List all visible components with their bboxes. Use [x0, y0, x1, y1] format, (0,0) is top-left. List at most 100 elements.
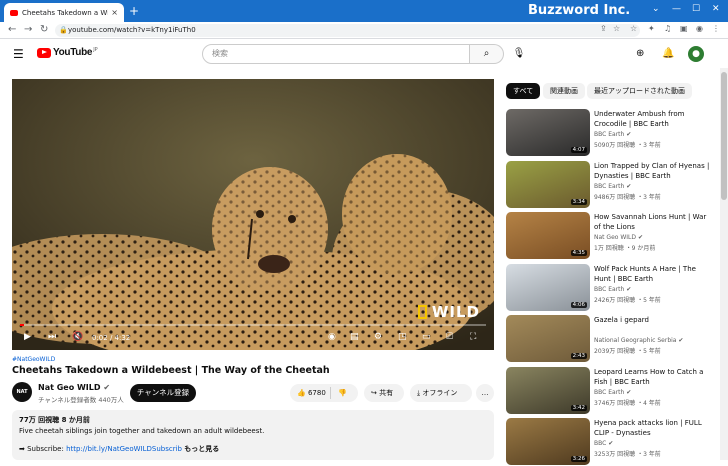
video-thumbnail[interactable]: 4:06 [506, 263, 590, 311]
notifications-icon[interactable]: 🔔 [662, 48, 674, 59]
next-icon[interactable]: ⏭ [48, 332, 56, 342]
video-duration: 3:26 [570, 456, 587, 462]
channel-avatar[interactable]: NAT GEO WILD [12, 382, 32, 435]
play-icon[interactable]: ▶ [24, 332, 31, 342]
related-channel-text: BBC [594, 440, 607, 447]
subscribe-button[interactable]: チャンネル登録 [130, 384, 196, 402]
scrollbar-thumb[interactable] [721, 72, 727, 200]
related-video-item[interactable]: 2:43 Gazela i gepard National Geographic S… [506, 315, 718, 363]
related-video-item[interactable]: 3:34 Lion Trapped by Clan of Hyenas | Dyn… [506, 160, 718, 209]
related-video-title[interactable]: Underwater Ambush from Crocodile | BBC E… [594, 109, 712, 129]
related-channel-name[interactable]: BBC Earth ✔ [594, 131, 631, 138]
related-channel-name[interactable]: BBC Earth ✔ [594, 183, 631, 190]
logo-text: YouTube [53, 47, 93, 58]
video-thumbnail[interactable]: 3:26 [506, 418, 590, 465]
tab-close-icon[interactable]: × [111, 8, 118, 17]
settings-gear-icon[interactable]: ⚙ [374, 332, 382, 342]
cast-icon[interactable]: ⎚ [446, 332, 453, 342]
like-button[interactable]: 👍 6780 [297, 384, 326, 402]
related-channel-name[interactable]: BBC ✔ [594, 440, 613, 447]
fullscreen-icon[interactable]: ⛶ [470, 332, 476, 342]
related-video-title[interactable]: How Savannah Lions Hunt | War of the Lio… [594, 212, 712, 232]
extensions-icon[interactable]: ✦ [648, 24, 655, 33]
browser-tab[interactable]: Cheetahs Takedown a Wildebeest × [4, 3, 124, 22]
new-tab-button[interactable]: + [129, 4, 139, 18]
related-video-title[interactable]: Wolf Pack Hunts A Hare | The Hunt | BBC … [594, 264, 712, 284]
related-video-meta: 3746万 回視聴 ・4 年前 [594, 399, 661, 407]
sidepanel-icon[interactable]: ▣ [680, 24, 688, 33]
account-avatar[interactable]: ● [688, 46, 704, 62]
search-input[interactable]: 検索 [202, 44, 470, 64]
video-thumbnail[interactable]: 3:42 [506, 366, 590, 414]
create-video-icon[interactable]: ⊕ [636, 48, 644, 59]
video-thumbnail[interactable]: 4:35 [506, 212, 590, 259]
related-video-item[interactable]: 4:07 Underwater Ambush from Crocodile | B… [506, 109, 718, 157]
bookmark-star-icon[interactable]: ☆ [613, 24, 620, 33]
forward-icon[interactable]: → [24, 24, 32, 35]
youtube-logo[interactable]: YouTube JP [37, 47, 98, 58]
subscribe-arrow-text: ➡ Subscribe: [19, 445, 67, 453]
chip-all[interactable]: すべて [506, 83, 541, 99]
share-button[interactable]: ↪ 共有 [364, 384, 404, 402]
miniplayer-icon[interactable]: ◳ [398, 332, 407, 342]
related-video-title[interactable]: Lion Trapped by Clan of Hyenas | Dynasti… [594, 161, 712, 181]
maximize-button[interactable]: ☐ [692, 4, 700, 14]
voice-search-icon[interactable]: 🎙 [510, 45, 528, 63]
video-player[interactable]: WILD ▶ ⏭ 🔇 0:02 / 4:32 ◉ ▤ ⚙ ◳ ▭ ⎚ ⛶ [12, 79, 494, 350]
share-page-icon[interactable]: ⇪ [600, 24, 607, 33]
channel-name[interactable]: Nat Geo WILD ✔ [38, 383, 110, 392]
related-video-meta: 5090万 回視聴 ・3 年前 [594, 142, 661, 149]
profile-icon[interactable]: ◉ [696, 24, 703, 33]
related-channel-name[interactable]: BBC Earth ✔ [594, 286, 631, 293]
bookmark-star-icon[interactable]: ☆ [630, 24, 637, 33]
related-video-item[interactable]: 3:26 Hyena pack attacks lion | FULL CLIP … [506, 418, 718, 466]
tab-search-icon[interactable]: ⌄ [652, 4, 660, 14]
verified-icon: ✔ [608, 440, 614, 447]
theater-mode-icon[interactable]: ▭ [422, 332, 431, 342]
related-video-title[interactable]: Hyena pack attacks lion | FULL CLIP - Dy… [594, 418, 712, 438]
chip-related[interactable]: 関連動画 [543, 83, 585, 99]
minimize-button[interactable]: — [672, 4, 681, 14]
menu-icon[interactable]: ⋮ [712, 24, 720, 33]
search-button[interactable]: ⌕ [470, 44, 504, 64]
show-more-link[interactable]: もっと見る [184, 445, 219, 453]
related-video-item[interactable]: 4:06 Wolf Pack Hunts A Hare | The Hunt | … [506, 263, 718, 312]
related-video-title[interactable]: Gazela i gepard [594, 315, 712, 325]
video-thumbnail[interactable]: 2:43 [506, 315, 590, 362]
chip-recent-uploads[interactable]: 最近アップロードされた動画 [587, 83, 692, 99]
related-video-item[interactable]: 4:35 How Savannah Lions Hunt | War of the… [506, 212, 718, 260]
related-channel-text: National Geographic Serbia [594, 337, 677, 344]
related-channel-text: BBC Earth [594, 388, 625, 396]
url-field[interactable]: 🔒 youtube.com/watch?v=kTny1iFuTh0 [55, 24, 640, 37]
subscribe-link[interactable]: http://bit.ly/NatGeoWILDSubscrib [66, 445, 182, 453]
hamburger-menu-icon[interactable]: ☰ [13, 47, 24, 61]
related-channel-name[interactable]: Nat Geo WILD ✔ [594, 234, 643, 241]
mute-icon[interactable]: 🔇 [72, 332, 83, 342]
thumb-down-icon: 👎 [338, 389, 347, 397]
download-button[interactable]: ⤓ オフライン [410, 384, 472, 402]
reload-icon[interactable]: ↻ [40, 24, 48, 35]
progress-bar[interactable] [20, 324, 486, 326]
back-icon[interactable]: ← [8, 24, 16, 35]
more-actions-button[interactable]: … [476, 384, 494, 402]
dislike-button[interactable]: 👎 [338, 384, 347, 402]
video-duration: 3:34 [570, 198, 587, 205]
like-dislike-group: 👍 6780 👎 [290, 384, 358, 402]
related-video-item[interactable]: 3:42 Leopard Learns How to Catch a Fish |… [506, 366, 718, 415]
verified-icon: ✔ [637, 234, 643, 241]
autoplay-toggle-icon[interactable]: ◉ [328, 332, 336, 342]
video-hashtag[interactable]: #NatGeoWILD [12, 356, 55, 363]
close-window-button[interactable]: ✕ [712, 4, 720, 14]
video-thumbnail[interactable]: 3:34 [506, 160, 590, 208]
related-channel-name[interactable]: BBC Earth ✔ [594, 389, 631, 396]
video-thumbnail[interactable]: 4:07 [506, 109, 590, 156]
description-text: Five cheetah siblings join together and … [19, 427, 265, 435]
media-icon[interactable]: ♫ [664, 24, 671, 33]
logo-region: JP [93, 46, 98, 53]
subtitles-icon[interactable]: ▤ [350, 332, 359, 342]
tab-title: Cheetahs Takedown a Wildebeest [22, 8, 109, 17]
related-video-meta: 9486万 回視聴 ・3 年前 [594, 193, 661, 201]
description-box[interactable]: 77万 回視聴 8 か月前 Five cheetah siblings join… [12, 410, 494, 460]
related-video-title[interactable]: Leopard Learns How to Catch a Fish | BBC… [594, 367, 712, 387]
related-channel-name[interactable]: National Geographic Serbia ✔ [594, 337, 683, 344]
